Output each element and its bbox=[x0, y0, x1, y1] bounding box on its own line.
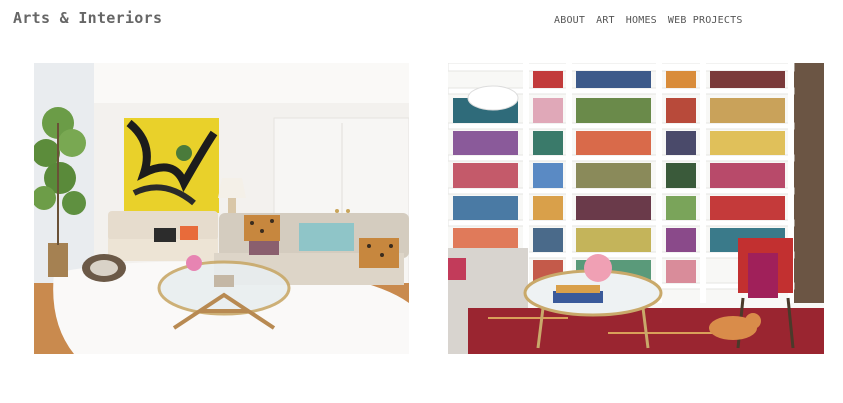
nav-homes[interactable]: HOMES bbox=[626, 15, 657, 26]
bookshelves-photo bbox=[448, 63, 824, 354]
living-room-photo bbox=[34, 63, 409, 354]
site-title[interactable]: Arts & Interiors bbox=[13, 9, 162, 27]
nav-art[interactable]: ART bbox=[596, 15, 615, 26]
gallery-image-bookshelves[interactable] bbox=[448, 63, 824, 354]
gallery-image-living-room[interactable] bbox=[34, 63, 409, 354]
nav-web-projects[interactable]: WEB PROJECTS bbox=[668, 15, 743, 26]
main-nav: ABOUT ART HOMES WEB PROJECTS bbox=[554, 15, 743, 26]
nav-about[interactable]: ABOUT bbox=[554, 15, 585, 26]
